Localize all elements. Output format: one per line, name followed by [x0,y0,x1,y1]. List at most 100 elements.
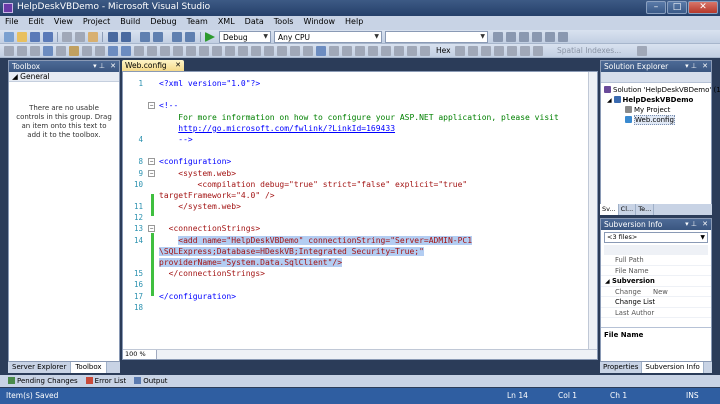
property-last-author[interactable]: Last Author [601,308,711,318]
toolbar-button-icon[interactable] [134,46,144,56]
toolbar-button-icon[interactable] [533,46,543,56]
navigate-back-icon[interactable] [140,32,150,42]
navigate-forward-icon[interactable] [153,32,163,42]
tree-node-web-config[interactable]: Web.config [601,115,711,125]
toolbox-icon[interactable] [545,32,555,42]
toolbar-button-icon[interactable] [69,46,79,56]
close-icon[interactable]: ✕ [702,61,708,72]
toolbar-button-icon[interactable] [17,46,27,56]
menu-file[interactable]: File [0,16,23,30]
menu-xml[interactable]: XML [213,16,240,30]
tree-node-solution[interactable]: Solution 'HelpDeskVBDemo' (1 project) [601,85,720,95]
vertical-scrollbar[interactable] [588,72,597,349]
toolbar-button-icon[interactable] [186,46,196,56]
toolbar-button-icon[interactable] [520,46,530,56]
toolbar-button-icon[interactable] [355,46,365,56]
new-project-icon[interactable] [4,32,14,42]
toolbar-button-icon[interactable] [173,46,183,56]
toolbar-button-icon[interactable] [637,46,647,56]
toolbar-button-icon[interactable] [160,46,170,56]
toolbar-button-icon[interactable] [394,46,404,56]
tree-node-my-project[interactable]: My Project [601,105,711,115]
menu-team[interactable]: Team [182,16,213,30]
tab-web-config[interactable]: Web.config ✕ [122,60,184,71]
spatial-indexes-button[interactable]: Spatial Indexes... [557,46,621,55]
toolbar-button-icon[interactable] [368,46,378,56]
toolbar-button-icon[interactable] [277,46,287,56]
collapse-icon[interactable]: − [148,102,155,110]
solution-explorer-icon[interactable] [506,32,516,42]
close-button[interactable]: ✕ [688,1,718,14]
toolbar-button-icon[interactable] [303,46,313,56]
maximize-button[interactable]: □ [667,1,687,14]
toolbar-button-icon[interactable] [420,46,430,56]
zoom-select[interactable]: 100 % [123,350,157,359]
paste-icon[interactable] [88,32,98,42]
close-icon[interactable]: ✕ [110,61,116,72]
menu-data[interactable]: Data [240,16,269,30]
horizontal-scrollbar[interactable]: 100 % [123,349,597,359]
pin-icon[interactable]: ▾ ⊥ [685,61,697,72]
collapse-icon[interactable]: − [148,169,155,177]
toolbar-button-icon[interactable] [212,46,222,56]
collapse-icon[interactable]: − [148,225,155,233]
tab-server-explorer[interactable]: Server Explorer [8,362,72,373]
toolbar-button-icon[interactable] [381,46,391,56]
open-file-icon[interactable] [17,32,27,42]
toolbar-button-icon[interactable] [455,46,465,56]
toolbar-button-icon[interactable] [468,46,478,56]
start-page-icon[interactable] [558,32,568,42]
undo-icon[interactable] [108,32,118,42]
tab-toolbox[interactable]: Toolbox [71,362,107,373]
tab-error-list[interactable]: Error List [85,375,126,387]
toolbar-button-icon[interactable] [95,46,105,56]
property-file-name[interactable]: File Name [601,266,711,276]
find-in-files-icon[interactable] [185,32,195,42]
toolbar-button-icon[interactable] [316,46,326,56]
menu-project[interactable]: Project [78,16,115,30]
save-all-icon[interactable] [43,32,53,42]
menu-help[interactable]: Help [340,16,368,30]
start-debugging-icon[interactable] [205,32,215,42]
menu-debug[interactable]: Debug [145,16,181,30]
tab-properties[interactable]: Properties [600,362,643,373]
help-link[interactable]: http://go.microsoft.com/fwlink/?LinkId=1… [178,124,395,133]
toolbar-button-icon[interactable] [290,46,300,56]
toolbar-button-icon[interactable] [329,46,339,56]
menu-view[interactable]: View [49,16,78,30]
collapse-icon[interactable]: − [148,158,155,166]
solution-configuration-select[interactable]: Debug ▼ [219,31,271,43]
menu-window[interactable]: Window [298,16,340,30]
toolbar-button-icon[interactable] [238,46,248,56]
toolbar-button-icon[interactable] [4,46,14,56]
copy-icon[interactable] [75,32,85,42]
property-category-subversion[interactable]: ◢ Subversion [601,276,711,287]
save-icon[interactable] [30,32,40,42]
pin-icon[interactable]: ▾ ⊥ [93,61,105,72]
tab-pending-changes[interactable]: Pending Changes [8,375,78,387]
menu-build[interactable]: Build [115,16,145,30]
toolbar-button-icon[interactable] [199,46,209,56]
toolbar-button-icon[interactable] [30,46,40,56]
code-editor[interactable]: 1 <?xml version="1.0"?> − <!-- For more in… [122,71,598,360]
find-next-icon[interactable] [493,32,503,42]
toolbar-button-icon[interactable] [494,46,504,56]
close-icon[interactable]: ✕ [702,219,708,230]
toolbar-button-icon[interactable] [264,46,274,56]
tab-output[interactable]: Output [134,375,168,387]
close-icon[interactable]: ✕ [175,60,181,71]
toolbar-button-icon[interactable] [342,46,352,56]
minimize-button[interactable]: – [646,1,666,14]
tab-subversion-info[interactable]: Subversion Info [642,362,704,373]
pin-icon[interactable]: ▾ ⊥ [685,219,697,230]
cut-icon[interactable] [62,32,72,42]
toolbar-button-icon[interactable] [108,46,118,56]
toolbar-button-icon[interactable] [481,46,491,56]
tab-team-explorer[interactable]: Te... [636,204,655,215]
toolbar-button-icon[interactable] [121,46,131,56]
toolbar-button-icon[interactable] [56,46,66,56]
property-full-path[interactable]: Full Path [601,255,711,266]
find-combo[interactable]: ▼ [385,31,488,43]
menu-edit[interactable]: Edit [23,16,49,30]
toolbar-button-icon[interactable] [147,46,157,56]
